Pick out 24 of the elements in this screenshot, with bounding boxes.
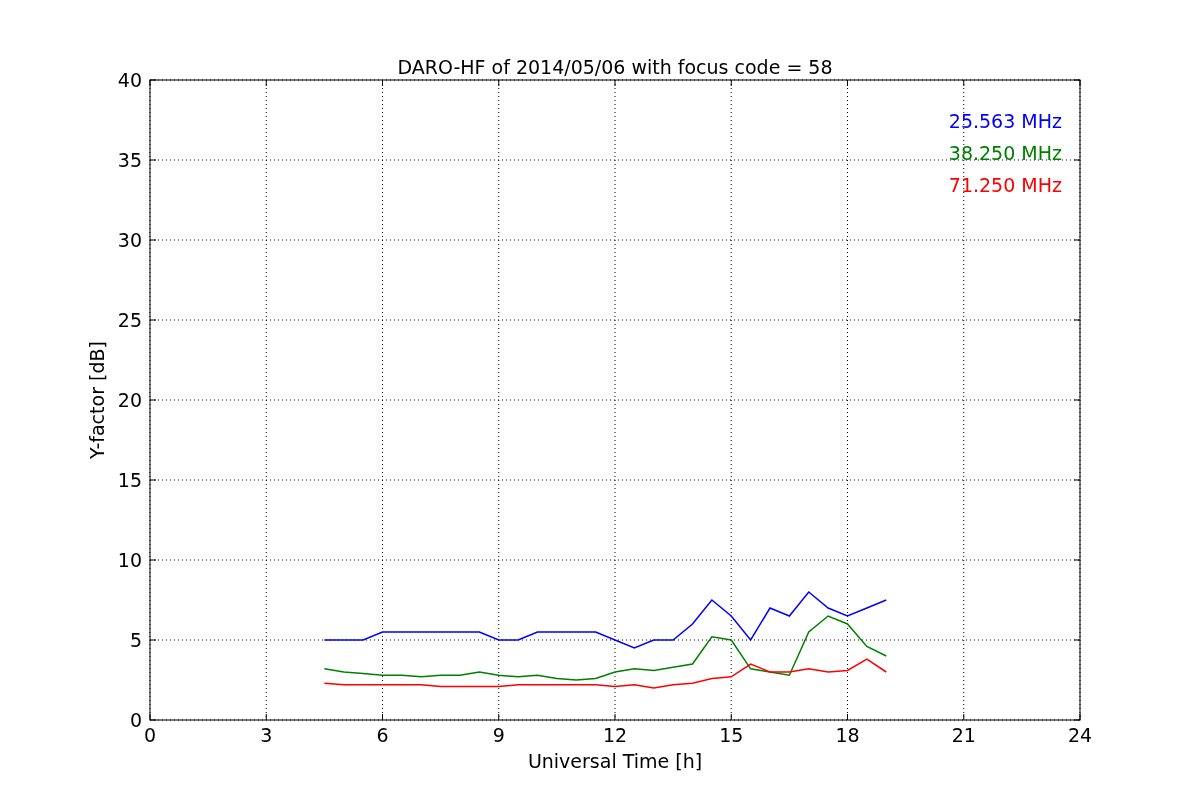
chart-title: DARO-HF of 2014/05/06 with focus code = 58: [397, 56, 833, 78]
x-tick-label: 12: [602, 724, 628, 746]
legend-label: 71.250 MHz: [948, 174, 1062, 196]
y-tick-label: 40: [117, 69, 142, 91]
x-tick-label: 21: [951, 724, 976, 746]
y-tick-label: 35: [117, 149, 142, 171]
y-tick-label: 5: [129, 629, 142, 651]
y-tick-label: 20: [117, 389, 142, 411]
x-axis-label: Universal Time [h]: [527, 750, 703, 772]
x-tick-label: 15: [719, 724, 744, 746]
legend-label: 25.563 MHz: [948, 110, 1062, 132]
y-tick-label: 15: [117, 469, 142, 491]
x-tick-label: 6: [376, 724, 389, 746]
y-tick-label: 10: [117, 549, 142, 571]
legend-label: 38.250 MHz: [948, 142, 1062, 164]
y-tick-label: 0: [129, 709, 142, 731]
x-tick-label: 3: [260, 724, 273, 746]
x-tick-label: 18: [835, 724, 860, 746]
y-tick-label: 30: [117, 229, 142, 251]
x-tick-label: 24: [1067, 724, 1093, 746]
y-axis-label: Y-factor [dB]: [86, 341, 108, 459]
y-tick-label: 25: [117, 309, 142, 331]
x-tick-label: 0: [143, 724, 157, 746]
x-tick-label: 9: [492, 724, 505, 746]
